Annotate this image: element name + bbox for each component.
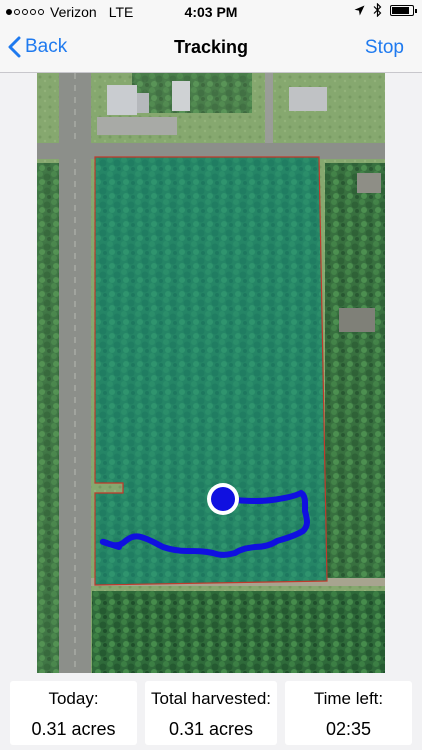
stat-label-today: Today: [48, 689, 99, 708]
stat-label-time-left: Time left: [313, 689, 384, 708]
stat-card-time-left: Time left: 02:35 [285, 681, 412, 745]
stat-value-time-left: 02:35 [325, 719, 372, 739]
field-overlay [95, 157, 327, 585]
building-5 [357, 173, 381, 193]
battery-icon [390, 4, 417, 16]
building-1 [107, 85, 137, 115]
building-4 [289, 87, 327, 111]
satellite-map[interactable] [37, 73, 385, 673]
building-2 [137, 93, 149, 113]
building-3 [172, 81, 190, 111]
status-bar: Verizon LTE 4:03 PM [0, 0, 422, 24]
tree-area-south [92, 591, 385, 673]
stat-card-today: Today: 0.31 acres [10, 681, 137, 745]
nav-bar: Back Tracking Stop [0, 24, 422, 73]
building-6 [339, 308, 375, 332]
stat-label-total-harvested: Total harvested: [150, 689, 271, 708]
tree-area-west [37, 163, 59, 673]
status-right [354, 3, 417, 17]
parking-lot [97, 117, 177, 135]
bluetooth-icon [373, 3, 382, 17]
stat-value-today: 0.31 acres [31, 719, 116, 739]
location-arrow-icon [354, 5, 365, 15]
page-title: Tracking [173, 37, 249, 57]
stop-button[interactable]: Stop [365, 37, 404, 59]
stat-value-total-harvested: 0.31 acres [168, 719, 254, 739]
stat-card-total-harvested: Total harvested: 0.31 acres [145, 681, 277, 745]
stats-bar: Today: 0.31 acres Total harvested: 0.31 … [0, 673, 422, 750]
map-view[interactable] [37, 73, 385, 673]
tree-area-north [132, 73, 252, 113]
tree-area-east [325, 163, 385, 583]
side-street [265, 73, 273, 143]
current-position-dot [211, 487, 235, 511]
